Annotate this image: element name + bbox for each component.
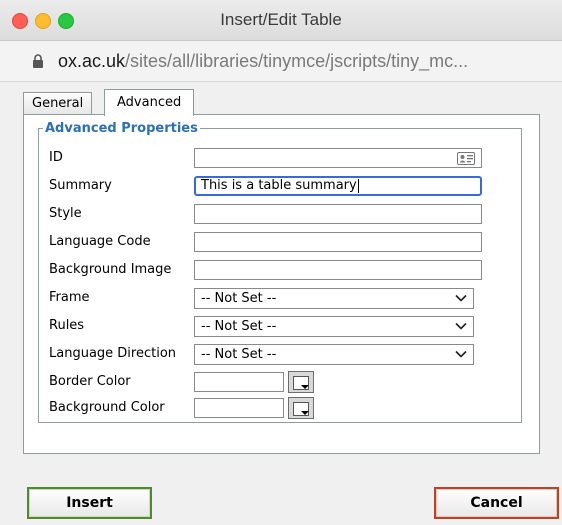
style-label: Style xyxy=(49,206,82,221)
frame-selected: -- Not Set -- xyxy=(201,291,277,306)
language-direction-select[interactable]: -- Not Set -- xyxy=(194,344,474,365)
url-text: ox.ac.uk/sites/all/libraries/tinymce/jsc… xyxy=(58,41,468,81)
frame-label: Frame xyxy=(49,290,90,305)
frame-select[interactable]: -- Not Set -- xyxy=(194,288,474,309)
summary-value: This is a table summary xyxy=(201,178,357,193)
background-image-input[interactable] xyxy=(194,260,482,280)
url-domain: ox.ac.uk xyxy=(58,51,126,71)
background-color-input[interactable] xyxy=(194,398,284,418)
chevron-down-icon xyxy=(455,294,467,302)
id-input[interactable] xyxy=(194,148,482,168)
url-path: /sites/all/libraries/tinymce/jscripts/ti… xyxy=(125,51,469,71)
window-titlebar: Insert/Edit Table xyxy=(0,0,562,41)
language-code-label: Language Code xyxy=(49,234,151,249)
rules-label: Rules xyxy=(49,318,85,333)
tab-general[interactable]: General xyxy=(23,92,93,115)
insert-button[interactable]: Insert xyxy=(27,487,152,519)
language-code-input[interactable] xyxy=(194,232,482,252)
advanced-properties-fieldset: Advanced Properties ID Summary This is a… xyxy=(38,121,522,423)
advanced-panel: Advanced Properties ID Summary This is a… xyxy=(23,114,540,454)
border-color-picker-button[interactable] xyxy=(288,371,314,393)
rules-select[interactable]: -- Not Set -- xyxy=(194,316,474,337)
dropdown-arrow-icon xyxy=(301,411,309,415)
text-caret xyxy=(357,178,359,193)
background-image-label: Background Image xyxy=(49,262,172,277)
language-direction-label: Language Direction xyxy=(49,346,177,361)
url-bar[interactable]: ox.ac.uk/sites/all/libraries/tinymce/jsc… xyxy=(0,41,562,82)
border-color-input[interactable] xyxy=(194,372,284,392)
contact-card-icon[interactable] xyxy=(457,152,475,165)
summary-input[interactable]: This is a table summary xyxy=(194,176,482,196)
background-color-label: Background Color xyxy=(49,400,165,415)
language-direction-selected: -- Not Set -- xyxy=(201,347,277,362)
style-input[interactable] xyxy=(194,204,482,224)
id-label: ID xyxy=(49,150,63,165)
summary-label: Summary xyxy=(49,178,112,193)
background-color-picker-button[interactable] xyxy=(288,397,314,419)
dialog-content: General Advanced Advanced Properties ID … xyxy=(0,82,562,525)
lock-icon xyxy=(33,54,43,68)
chevron-down-icon xyxy=(455,350,467,358)
chevron-down-icon xyxy=(455,322,467,330)
border-color-label: Border Color xyxy=(49,374,131,389)
dropdown-arrow-icon xyxy=(301,385,309,389)
tab-advanced[interactable]: Advanced xyxy=(104,89,195,116)
fieldset-legend: Advanced Properties xyxy=(45,121,198,136)
window-title: Insert/Edit Table xyxy=(220,10,342,29)
cancel-button[interactable]: Cancel xyxy=(434,487,559,519)
rules-selected: -- Not Set -- xyxy=(201,319,277,334)
